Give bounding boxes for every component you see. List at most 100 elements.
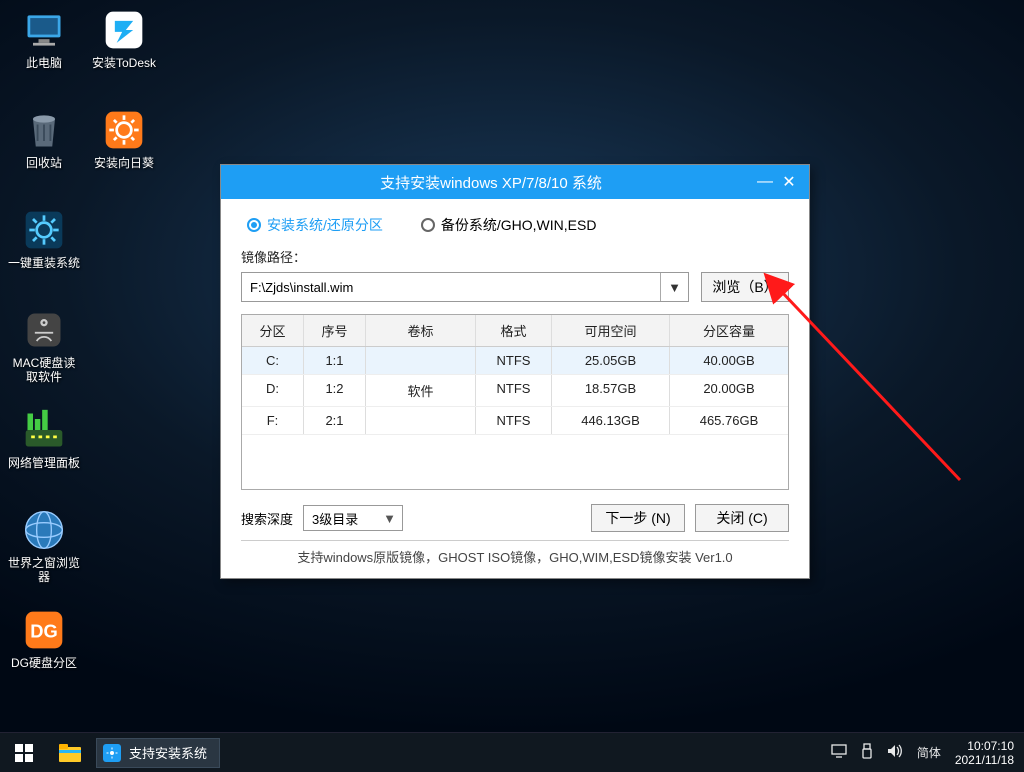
taskbar: 支持安装系统 简体 10:07:10 2021/11/18 bbox=[0, 732, 1024, 772]
cell-format: NTFS bbox=[476, 375, 552, 406]
chevron-down-icon: ▼ bbox=[660, 273, 688, 301]
radio-backup-label: 备份系统/GHO,WIN,ESD bbox=[441, 215, 597, 235]
bin-icon bbox=[22, 108, 66, 152]
desktop-icon-label: 安装向日葵 bbox=[94, 156, 154, 170]
image-path-value: F:\Zjds\install.wim bbox=[250, 280, 353, 295]
window-body: 安装系统/还原分区 备份系统/GHO,WIN,ESD 镜像路径： F:\Zjds… bbox=[221, 199, 809, 578]
cell-format: NTFS bbox=[476, 347, 552, 374]
tray-clock[interactable]: 10:07:10 2021/11/18 bbox=[955, 739, 1014, 767]
depth-value: 3级目录 bbox=[312, 509, 358, 528]
col-format: 格式 bbox=[476, 315, 552, 346]
table-row[interactable]: C:1:1 NTFS25.05GB40.00GB bbox=[242, 347, 788, 375]
desktop-icon-sunflower[interactable]: 安装向日葵 bbox=[88, 108, 160, 186]
col-free: 可用空间 bbox=[552, 315, 670, 346]
desktop-icon-dg[interactable]: DG DG硬盘分区 bbox=[8, 608, 80, 686]
td-icon bbox=[102, 8, 146, 52]
radio-backup[interactable]: 备份系统/GHO,WIN,ESD bbox=[421, 215, 597, 235]
taskbar-explorer-icon[interactable] bbox=[48, 733, 92, 772]
minimize-button[interactable]: — bbox=[753, 173, 777, 191]
cell-size: 465.76GB bbox=[670, 407, 788, 434]
desktop-icons-col2: 安装ToDesk 安装向日葵 bbox=[88, 8, 160, 208]
next-button[interactable]: 下一步 (N) bbox=[591, 504, 685, 532]
taskbar-app-label: 支持安装系统 bbox=[129, 743, 207, 762]
desktop-icon-macdisk[interactable]: MAC硬盘读取软件 bbox=[8, 308, 80, 386]
desktop-icon-label: 此电脑 bbox=[26, 56, 62, 70]
start-button[interactable] bbox=[0, 733, 48, 772]
cell-free: 446.13GB bbox=[552, 407, 670, 434]
cell-partition: F: bbox=[242, 407, 304, 434]
table-row[interactable]: D:1:2软件NTFS18.57GB20.00GB bbox=[242, 375, 788, 407]
pc-icon bbox=[22, 8, 66, 52]
desktop-icon-label: 一键重装系统 bbox=[8, 256, 80, 270]
titlebar[interactable]: 支持安装windows XP/7/8/10 系统 — ✕ bbox=[221, 165, 809, 199]
cell-format: NTFS bbox=[476, 407, 552, 434]
close-label: 关闭 (C) bbox=[716, 508, 767, 528]
cell-label: 软件 bbox=[366, 375, 476, 406]
desktop-icon-label: 世界之窗浏览器 bbox=[8, 556, 80, 584]
system-tray: 简体 10:07:10 2021/11/18 bbox=[831, 733, 1024, 772]
dg-icon: DG bbox=[22, 608, 66, 652]
desktop-icons-col1: 此电脑回收站一键重装系统 MAC硬盘读取软件网络管理面板世界之窗浏览器 DG DG硬盘… bbox=[8, 8, 80, 708]
radio-dot-icon bbox=[247, 218, 261, 232]
desktop-icon-todesk[interactable]: 安装ToDesk bbox=[88, 8, 160, 86]
col-size: 分区容量 bbox=[670, 315, 788, 346]
gear-icon bbox=[103, 744, 121, 762]
tray-volume-icon[interactable] bbox=[887, 744, 903, 761]
radio-dot-icon bbox=[421, 218, 435, 232]
clock-date: 2021/11/18 bbox=[955, 753, 1014, 767]
table-header: 分区 序号 卷标 格式 可用空间 分区容量 bbox=[242, 315, 788, 347]
gear-icon bbox=[22, 208, 66, 252]
tray-usb-icon[interactable] bbox=[861, 743, 873, 762]
desktop-icon-recycle[interactable]: 回收站 bbox=[8, 108, 80, 186]
svg-text:DG: DG bbox=[30, 620, 58, 641]
desktop-icon-network[interactable]: 网络管理面板 bbox=[8, 408, 80, 486]
depth-label: 搜索深度 bbox=[241, 509, 293, 528]
chevron-down-icon: ▼ bbox=[383, 511, 396, 526]
cell-partition: C: bbox=[242, 347, 304, 374]
close-button[interactable]: 关闭 (C) bbox=[695, 504, 789, 532]
footer-note: 支持windows原版镜像，GHOST ISO镜像，GHO,WIM,ESD镜像安… bbox=[241, 540, 789, 570]
radio-install-label: 安装系统/还原分区 bbox=[267, 215, 383, 235]
net-icon bbox=[22, 408, 66, 452]
desktop-icon-label: 回收站 bbox=[26, 156, 62, 170]
desktop-icon-label: 安装ToDesk bbox=[92, 56, 156, 70]
desktop-icon-browser[interactable]: 世界之窗浏览器 bbox=[8, 508, 80, 586]
cell-partition: D: bbox=[242, 375, 304, 406]
browse-button[interactable]: 浏览（B） bbox=[701, 272, 789, 302]
sun-icon bbox=[102, 108, 146, 152]
desktop-icon-label: DG硬盘分区 bbox=[11, 656, 77, 670]
cell-index: 1:1 bbox=[304, 347, 366, 374]
window-title: 支持安装windows XP/7/8/10 系统 bbox=[229, 172, 753, 193]
cell-free: 25.05GB bbox=[552, 347, 670, 374]
table-row[interactable]: F:2:1 NTFS446.13GB465.76GB bbox=[242, 407, 788, 435]
desktop-icon-label: MAC硬盘读取软件 bbox=[8, 356, 80, 384]
cell-size: 40.00GB bbox=[670, 347, 788, 374]
desktop-icon-reinstall[interactable]: 一键重装系统 bbox=[8, 208, 80, 286]
tray-display-icon[interactable] bbox=[831, 744, 847, 761]
cell-label bbox=[366, 407, 476, 434]
image-path-label: 镜像路径： bbox=[241, 247, 789, 266]
cell-free: 18.57GB bbox=[552, 375, 670, 406]
col-index: 序号 bbox=[304, 315, 366, 346]
installer-window: 支持安装windows XP/7/8/10 系统 — ✕ 安装系统/还原分区 备… bbox=[220, 164, 810, 579]
next-label: 下一步 (N) bbox=[605, 508, 670, 528]
cell-index: 1:2 bbox=[304, 375, 366, 406]
desktop-icon-thispc[interactable]: 此电脑 bbox=[8, 8, 80, 86]
cell-label bbox=[366, 347, 476, 374]
taskbar-app-installer[interactable]: 支持安装系统 bbox=[96, 738, 220, 768]
browse-label: 浏览（B） bbox=[712, 277, 777, 297]
clock-time: 10:07:10 bbox=[955, 739, 1014, 753]
col-label: 卷标 bbox=[366, 315, 476, 346]
tray-ime[interactable]: 简体 bbox=[917, 744, 941, 761]
partition-table: 分区 序号 卷标 格式 可用空间 分区容量 C:1:1NTFS25.05GB40… bbox=[241, 314, 789, 490]
globe-icon bbox=[22, 508, 66, 552]
image-path-select[interactable]: F:\Zjds\install.wim ▼ bbox=[241, 272, 689, 302]
drive-icon bbox=[22, 308, 66, 352]
desktop-icon-label: 网络管理面板 bbox=[8, 456, 80, 470]
col-partition: 分区 bbox=[242, 315, 304, 346]
cell-size: 20.00GB bbox=[670, 375, 788, 406]
radio-install[interactable]: 安装系统/还原分区 bbox=[247, 215, 383, 235]
depth-select[interactable]: 3级目录 ▼ bbox=[303, 505, 403, 531]
close-window-button[interactable]: ✕ bbox=[777, 172, 801, 192]
cell-index: 2:1 bbox=[304, 407, 366, 434]
